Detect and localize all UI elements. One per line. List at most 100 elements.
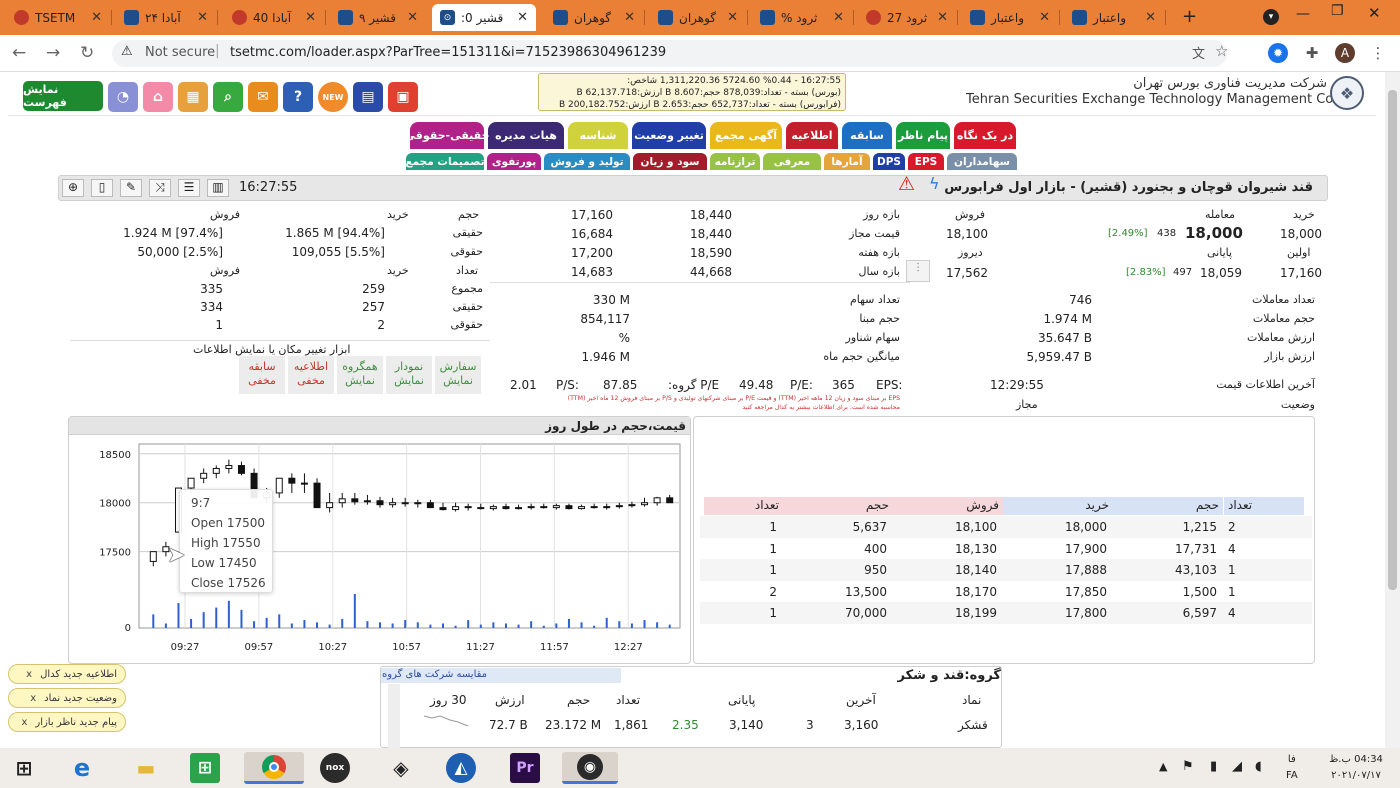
help-icon[interactable]: ?: [283, 82, 313, 112]
notification-close-icon[interactable]: x: [30, 693, 36, 704]
menu-subtab[interactable]: تصمیمات مجمع: [405, 153, 485, 170]
premiere-icon[interactable]: Pr: [510, 753, 540, 783]
browser-tab[interactable]: TSETM ✕: [6, 4, 110, 31]
menu-tab[interactable]: آگهی مجمع: [710, 122, 782, 149]
back-button[interactable]: ←: [12, 43, 26, 63]
message-icon[interactable]: ✉: [248, 82, 278, 112]
tab-search-icon[interactable]: ▾: [1263, 9, 1279, 25]
tab-close-icon[interactable]: ✕: [91, 10, 102, 25]
tray-network-icon[interactable]: ◢: [1232, 759, 1242, 774]
internet-explorer-icon[interactable]: e: [64, 752, 100, 784]
browser-tab[interactable]: قشیر ۹ ✕: [330, 4, 426, 31]
group-symbol[interactable]: قشکر: [958, 718, 988, 732]
browser-tab[interactable]: گوهران ✕: [650, 4, 746, 31]
obs-icon[interactable]: ◉: [562, 752, 618, 784]
display-toggle[interactable]: اطلاعیه مخفی: [288, 356, 334, 394]
document-icon[interactable]: ▯: [91, 179, 113, 197]
browser-menu-icon[interactable]: ⋮: [1368, 43, 1388, 63]
new-badge-icon[interactable]: NEW: [318, 82, 348, 112]
orderbook-row[interactable]: 1 1,500 17,850 18,170 13,500 2: [700, 580, 1312, 603]
browser-tab[interactable]: واعتبار ✕: [1064, 4, 1164, 31]
menu-tab[interactable]: در یک نگاه: [954, 122, 1016, 149]
tab-close-icon[interactable]: ✕: [624, 10, 635, 25]
reload-button[interactable]: ↻: [80, 43, 94, 63]
show-list-button[interactable]: نمایش فهرست: [23, 81, 103, 111]
bookmark-star-icon[interactable]: ☆: [1215, 42, 1228, 60]
tab-close-icon[interactable]: ✕: [197, 10, 208, 25]
menu-subtab[interactable]: سود و زیان: [633, 153, 707, 170]
menu-tab[interactable]: شناسه: [568, 122, 628, 149]
menu-subtab[interactable]: تولید و فروش: [544, 153, 630, 170]
edit-icon[interactable]: ✎: [120, 179, 142, 197]
clock[interactable]: 04:34 ب.ظ ۲۰۲۱/۰۷/۱۷: [1318, 752, 1394, 784]
menu-tab[interactable]: حقیقی-حقوقی: [404, 122, 490, 149]
group-scrollbar[interactable]: [388, 684, 400, 748]
notification-toast[interactable]: پیام جدید ناظر بازار x: [8, 712, 126, 732]
tab-close-icon[interactable]: ✕: [833, 10, 844, 25]
extension-globe-icon[interactable]: ✹: [1268, 43, 1288, 63]
menu-tab[interactable]: هیات مدیره: [488, 122, 564, 149]
menu-subtab[interactable]: DPS: [873, 153, 905, 170]
display-toggle[interactable]: همگروه نمایش: [337, 356, 383, 394]
menu-subtab[interactable]: معرفی: [763, 153, 821, 170]
forward-button[interactable]: →: [46, 43, 60, 63]
orderbook-row[interactable]: 4 6,597 17,800 18,199 70,000 1: [700, 602, 1312, 624]
store-icon[interactable]: ⊞: [190, 753, 220, 783]
unity-icon[interactable]: ◈: [383, 752, 419, 784]
tray-volume-icon[interactable]: ◖: [1255, 759, 1262, 774]
alert-triangle-icon[interactable]: ⚠: [898, 173, 915, 195]
tab-close-icon[interactable]: ✕: [407, 10, 418, 25]
notification-close-icon[interactable]: x: [21, 717, 27, 728]
zoom-in-icon[interactable]: ⊕: [62, 179, 84, 197]
address-bar[interactable]: ⚠ Not secure | tsetmc.com/loader.aspx?Pa…: [112, 40, 1228, 67]
browser-tab[interactable]: آبادا 40 ✕: [224, 4, 324, 31]
nox-icon[interactable]: nox: [320, 753, 350, 783]
lightning-icon[interactable]: ϟ: [929, 174, 940, 193]
browser-tab[interactable]: ⊙ قشیر 0: ✕: [432, 4, 536, 31]
display-toggle[interactable]: سابقه مخفی: [239, 356, 285, 394]
display-toggle[interactable]: نمودار نمایش: [386, 356, 432, 394]
equalizer-icon[interactable]: ⫶: [906, 260, 930, 282]
orderbook-row[interactable]: 4 17,731 17,900 18,130 400 1: [700, 537, 1312, 560]
tab-close-icon[interactable]: ✕: [937, 10, 948, 25]
tab-close-icon[interactable]: ✕: [1145, 10, 1156, 25]
tray-flag-icon[interactable]: ⚑: [1182, 759, 1194, 774]
file-explorer-icon[interactable]: ▬: [128, 752, 164, 784]
orderbook-row[interactable]: 1 43,103 17,888 18,140 950 1: [700, 559, 1312, 581]
table-icon[interactable]: ▦: [178, 82, 208, 112]
notification-toast[interactable]: اطلاعیه جدید کدال x: [8, 664, 126, 684]
language-indicator[interactable]: فا FA: [1286, 752, 1298, 784]
menu-subtab[interactable]: آمارها: [824, 153, 870, 170]
browser-tab[interactable]: واعتبار ✕: [962, 4, 1058, 31]
clock-icon[interactable]: ◔: [108, 82, 138, 112]
menu-tab[interactable]: پیام ناظر: [896, 122, 950, 149]
tab-close-icon[interactable]: ✕: [517, 10, 528, 25]
list-icon[interactable]: ☰: [178, 179, 200, 197]
chrome-icon[interactable]: [244, 752, 304, 784]
tray-battery-icon[interactable]: ▮: [1210, 759, 1217, 774]
browser-tab[interactable]: آبادا ۲۴ ✕: [116, 4, 216, 31]
menu-tab[interactable]: سابقه: [842, 122, 892, 149]
maps-icon[interactable]: ◭: [446, 753, 476, 783]
menu-tab[interactable]: تغییر وضعیت: [632, 122, 706, 149]
chart-lines-icon[interactable]: ⤨: [149, 179, 171, 197]
translate-icon[interactable]: 文: [1192, 43, 1205, 62]
new-tab-button[interactable]: +: [1182, 6, 1197, 27]
home-icon[interactable]: ⌂: [143, 82, 173, 112]
window-minimize-button[interactable]: —: [1296, 6, 1310, 22]
menu-tab[interactable]: اطلاعیه: [786, 122, 838, 149]
tab-close-icon[interactable]: ✕: [305, 10, 316, 25]
menu-subtab[interactable]: EPS: [908, 153, 944, 170]
report-icon[interactable]: ▤: [353, 82, 383, 112]
window-restore-button[interactable]: ❐: [1331, 3, 1344, 19]
grid-icon[interactable]: ▣: [388, 82, 418, 112]
search-icon[interactable]: ⌕: [213, 82, 243, 112]
browser-tab[interactable]: گوهران ✕: [545, 4, 643, 31]
bar-chart-icon[interactable]: ▥: [207, 179, 229, 197]
compare-group-link[interactable]: مقایسه شرکت های گروه: [382, 669, 487, 680]
window-close-button[interactable]: ✕: [1368, 4, 1381, 22]
price-volume-chart[interactable]: 17500 18000 18500 0 09:27 09:57 10:27 10:57 11:2…: [69, 436, 690, 664]
tray-chevron-icon[interactable]: ▲: [1159, 760, 1167, 773]
tab-close-icon[interactable]: ✕: [1039, 10, 1050, 25]
display-toggle[interactable]: سفارش نمایش: [435, 356, 481, 394]
